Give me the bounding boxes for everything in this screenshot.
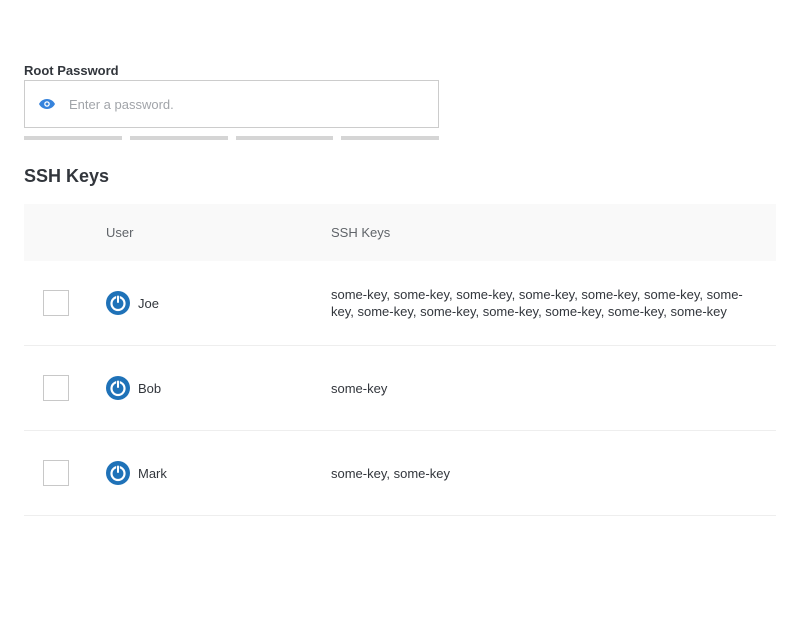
password-input[interactable]	[69, 81, 438, 127]
ssh-key-list: some-key	[331, 380, 388, 396]
strength-segment	[235, 136, 334, 140]
root-password-label: Root Password	[24, 63, 119, 78]
table-row[interactable]: Joe some-key, some-key, some-key, some-k…	[24, 261, 776, 346]
user-avatar-icon	[106, 461, 130, 485]
row-checkbox[interactable]	[43, 375, 69, 401]
user-name: Joe	[138, 295, 159, 311]
ssh-key-list: some-key, some-key	[331, 465, 450, 481]
root-password-field[interactable]	[24, 80, 439, 128]
user-avatar-icon	[106, 291, 130, 315]
show-password-toggle[interactable]	[25, 81, 69, 127]
user-name: Bob	[138, 380, 162, 396]
table-header: User SSH Keys	[24, 204, 776, 261]
column-header-user: User	[106, 225, 134, 240]
strength-segment	[129, 136, 228, 140]
row-checkbox[interactable]	[43, 460, 69, 486]
column-header-ssh-keys: SSH Keys	[331, 225, 391, 240]
root-password-ssh-form: Root Password SSH Keys User SSH Keys Joe…	[0, 0, 800, 624]
ssh-keys-title: SSH Keys	[24, 166, 110, 186]
row-checkbox[interactable]	[43, 290, 69, 316]
password-strength-meter	[24, 136, 439, 140]
strength-segment	[24, 136, 122, 140]
strength-segment	[341, 136, 439, 140]
eye-icon	[39, 99, 55, 109]
ssh-key-list: some-key, some-key, some-key, some-key, …	[331, 287, 743, 319]
table-row[interactable]: Bob some-key	[24, 346, 776, 431]
ssh-keys-table: User SSH Keys Joe some-key, some-key, so…	[24, 204, 776, 516]
user-name: Mark	[138, 465, 167, 481]
table-row[interactable]: Mark some-key, some-key	[24, 431, 776, 516]
user-avatar-icon	[106, 376, 130, 400]
